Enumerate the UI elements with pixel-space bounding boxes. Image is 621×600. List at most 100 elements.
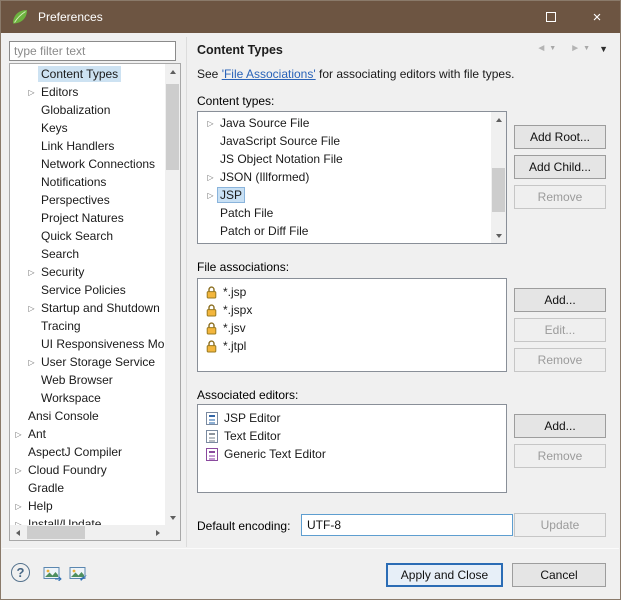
content-type-item[interactable]: Java Source File bbox=[198, 114, 491, 132]
tree-vertical-scrollbar[interactable] bbox=[165, 64, 180, 525]
tree-item[interactable]: Service Policies bbox=[10, 281, 165, 299]
tree-item[interactable]: Network Connections bbox=[10, 155, 165, 173]
tree-item[interactable]: Web Browser bbox=[10, 371, 165, 389]
help-icon[interactable]: ? bbox=[11, 563, 30, 582]
expand-arrow-icon[interactable] bbox=[204, 191, 217, 200]
import-preferences-icon[interactable] bbox=[69, 566, 88, 581]
default-encoding-label: Default encoding: bbox=[197, 519, 291, 533]
expand-arrow-icon[interactable] bbox=[12, 466, 25, 475]
tree-horizontal-scrollbar[interactable] bbox=[10, 525, 165, 540]
tree-item[interactable]: AspectJ Compiler bbox=[10, 443, 165, 461]
maximize-icon bbox=[546, 12, 556, 22]
file-association-item[interactable]: *.jtpl bbox=[206, 337, 506, 355]
tree-item[interactable]: Quick Search bbox=[10, 227, 165, 245]
view-menu-icon[interactable]: ▼ bbox=[599, 44, 608, 54]
tree-item-label: Globalization bbox=[41, 103, 111, 117]
scroll-down-button[interactable] bbox=[165, 510, 180, 525]
expand-arrow-icon[interactable] bbox=[12, 430, 25, 439]
content-types-label: Content types: bbox=[197, 94, 275, 108]
tree-item[interactable]: User Storage Service bbox=[10, 353, 165, 371]
content-type-item[interactable]: JSON (Illformed) bbox=[198, 168, 491, 186]
update-button[interactable]: Update bbox=[514, 513, 606, 537]
maximize-button[interactable] bbox=[528, 1, 574, 33]
tree-item[interactable]: Link Handlers bbox=[10, 137, 165, 155]
scroll-up-button[interactable] bbox=[491, 112, 506, 127]
tree-item-label: Startup and Shutdown bbox=[41, 301, 160, 315]
export-preferences-icon[interactable] bbox=[43, 566, 62, 581]
content-type-item[interactable]: Patch File bbox=[198, 204, 491, 222]
titlebar: Preferences × bbox=[1, 1, 620, 33]
close-button[interactable]: × bbox=[574, 1, 620, 33]
tree-item[interactable]: Perspectives bbox=[10, 191, 165, 209]
default-encoding-input[interactable] bbox=[301, 514, 513, 536]
cancel-button[interactable]: Cancel bbox=[512, 563, 606, 587]
content-type-item[interactable]: JS Object Notation File bbox=[198, 150, 491, 168]
tree-item[interactable]: UI Responsiveness Monitoring bbox=[10, 335, 165, 353]
tree-item[interactable]: Startup and Shutdown bbox=[10, 299, 165, 317]
content-types-scrollbar[interactable] bbox=[491, 112, 506, 243]
remove-file-association-button[interactable]: Remove bbox=[514, 348, 606, 372]
tree-item[interactable]: Ansi Console bbox=[10, 407, 165, 425]
editor-item[interactable]: Text Editor bbox=[206, 427, 506, 445]
remove-content-type-button[interactable]: Remove bbox=[514, 185, 606, 209]
tree-item-label: Keys bbox=[41, 121, 68, 135]
forward-icon[interactable]: ► bbox=[570, 43, 580, 54]
content-type-item[interactable]: JSP bbox=[198, 186, 491, 204]
filter-input[interactable] bbox=[9, 41, 176, 61]
expand-arrow-icon[interactable] bbox=[12, 502, 25, 511]
tree-item[interactable]: Security bbox=[10, 263, 165, 281]
tree-item[interactable]: Ant bbox=[10, 425, 165, 443]
add-child-button[interactable]: Add Child... bbox=[514, 155, 606, 179]
tree-item[interactable]: Keys bbox=[10, 119, 165, 137]
scroll-down-button[interactable] bbox=[491, 228, 506, 243]
tree-item[interactable]: Editors bbox=[10, 83, 165, 101]
scroll-right-button[interactable] bbox=[150, 525, 165, 540]
expand-arrow-icon[interactable] bbox=[25, 268, 38, 277]
tree-item-label: Project Natures bbox=[41, 211, 124, 225]
scrollbar-thumb[interactable] bbox=[492, 168, 505, 212]
content-type-label: JSP bbox=[217, 187, 246, 203]
back-dropdown-icon[interactable]: ▼ bbox=[549, 45, 556, 52]
panel-divider[interactable] bbox=[186, 37, 187, 547]
window-title: Preferences bbox=[38, 10, 103, 24]
editor-item[interactable]: JSP Editor bbox=[206, 409, 506, 427]
add-editor-button[interactable]: Add... bbox=[514, 414, 606, 438]
tree-item[interactable]: Gradle bbox=[10, 479, 165, 497]
tree-item[interactable]: Project Natures bbox=[10, 209, 165, 227]
file-association-item[interactable]: *.jsp bbox=[206, 283, 506, 301]
tree-item[interactable]: Workspace bbox=[10, 389, 165, 407]
apply-and-close-button[interactable]: Apply and Close bbox=[386, 563, 503, 587]
expand-arrow-icon[interactable] bbox=[25, 358, 38, 367]
content-type-item[interactable]: JavaScript Source File bbox=[198, 132, 491, 150]
file-pattern-label: *.jspx bbox=[223, 303, 253, 317]
scrollbar-thumb[interactable] bbox=[166, 84, 179, 170]
expand-arrow-icon[interactable] bbox=[204, 119, 217, 128]
tree-item[interactable]: Install/Update bbox=[10, 515, 165, 525]
tree-item[interactable]: Globalization bbox=[10, 101, 165, 119]
expand-arrow-icon[interactable] bbox=[204, 173, 217, 182]
edit-file-association-button[interactable]: Edit... bbox=[514, 318, 606, 342]
tree-item[interactable]: Notifications bbox=[10, 173, 165, 191]
tree-item[interactable]: Help bbox=[10, 497, 165, 515]
content-type-item[interactable]: Patch or Diff File bbox=[198, 222, 491, 240]
expand-arrow-icon[interactable] bbox=[25, 304, 38, 313]
forward-dropdown-icon[interactable]: ▼ bbox=[583, 45, 590, 52]
tree-item-label: Gradle bbox=[28, 481, 65, 495]
file-association-item[interactable]: *.jsv bbox=[206, 319, 506, 337]
tree-item[interactable]: Cloud Foundry bbox=[10, 461, 165, 479]
tree-item-label: Cloud Foundry bbox=[28, 463, 107, 477]
expand-arrow-icon[interactable] bbox=[25, 88, 38, 97]
editor-item[interactable]: Generic Text Editor bbox=[206, 445, 506, 463]
scroll-left-button[interactable] bbox=[10, 525, 25, 540]
add-file-association-button[interactable]: Add... bbox=[514, 288, 606, 312]
tree-item[interactable]: Tracing bbox=[10, 317, 165, 335]
tree-item[interactable]: Search bbox=[10, 245, 165, 263]
scrollbar-thumb[interactable] bbox=[27, 526, 85, 539]
remove-editor-button[interactable]: Remove bbox=[514, 444, 606, 468]
file-associations-link[interactable]: 'File Associations' bbox=[222, 67, 316, 81]
back-icon[interactable]: ◄ bbox=[536, 43, 546, 54]
scroll-up-button[interactable] bbox=[165, 64, 180, 79]
tree-item[interactable]: Content Types bbox=[10, 65, 165, 83]
file-association-item[interactable]: *.jspx bbox=[206, 301, 506, 319]
add-root-button[interactable]: Add Root... bbox=[514, 125, 606, 149]
